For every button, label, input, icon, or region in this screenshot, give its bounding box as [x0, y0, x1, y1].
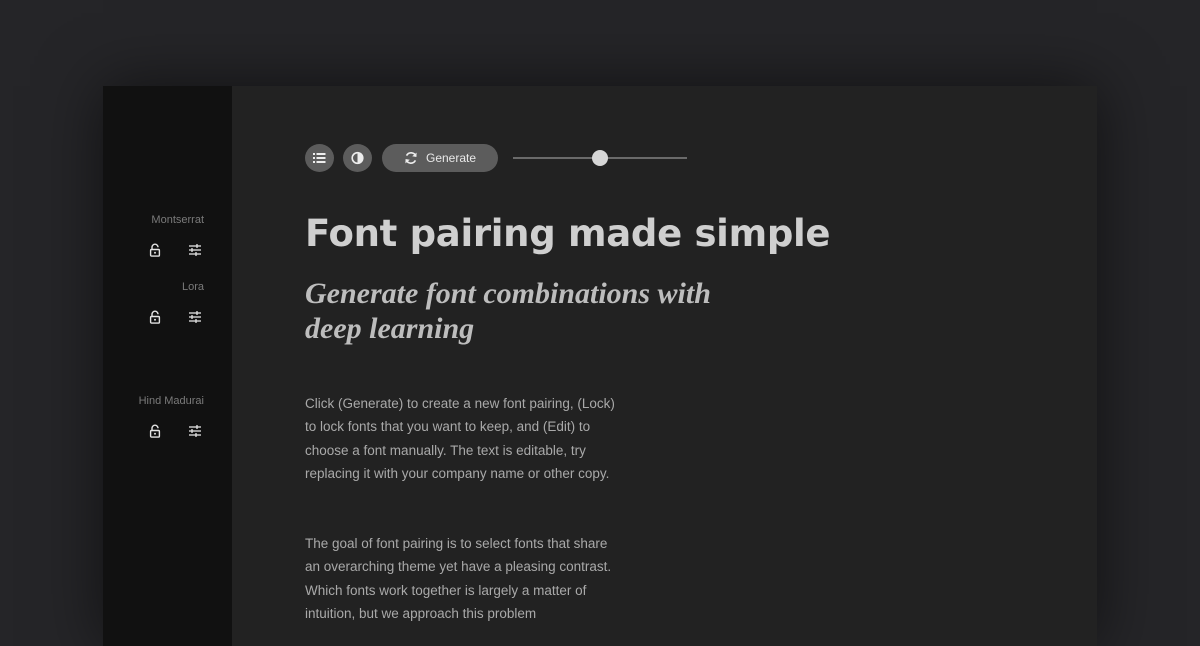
page-headline[interactable]: Font pairing made simple [305, 209, 830, 259]
lock-open-icon[interactable] [148, 310, 162, 324]
contrast-slider[interactable] [513, 150, 687, 166]
font-name-label: Lora [181, 281, 204, 293]
page-subheading[interactable]: Generate font combinations with deep lea… [305, 276, 725, 346]
refresh-icon [405, 152, 417, 164]
lock-open-icon[interactable] [148, 243, 162, 257]
list-icon [313, 153, 326, 163]
app-window: Montserrat Lora Hind Madurai Generate Fo… [103, 86, 1097, 646]
preview-area: Generate Font pairing made simple Genera… [232, 86, 1097, 646]
list-button[interactable] [305, 144, 334, 172]
font-sidebar: Montserrat Lora Hind Madurai [103, 86, 232, 646]
sliders-icon[interactable] [188, 243, 202, 257]
sliders-icon[interactable] [188, 310, 202, 324]
contrast-icon [351, 151, 364, 165]
contrast-button[interactable] [343, 144, 372, 172]
lock-open-icon[interactable] [148, 424, 162, 438]
font-name-label: Hind Madurai [138, 395, 204, 407]
sliders-icon[interactable] [188, 424, 202, 438]
slider-thumb[interactable] [592, 150, 608, 166]
generate-button[interactable]: Generate [382, 144, 498, 172]
font-name-label: Montserrat [151, 214, 204, 226]
body-paragraph[interactable]: Click (Generate) to create a new font pa… [305, 392, 625, 485]
body-paragraph[interactable]: The goal of font pairing is to select fo… [305, 532, 625, 625]
generate-label: Generate [426, 151, 477, 165]
